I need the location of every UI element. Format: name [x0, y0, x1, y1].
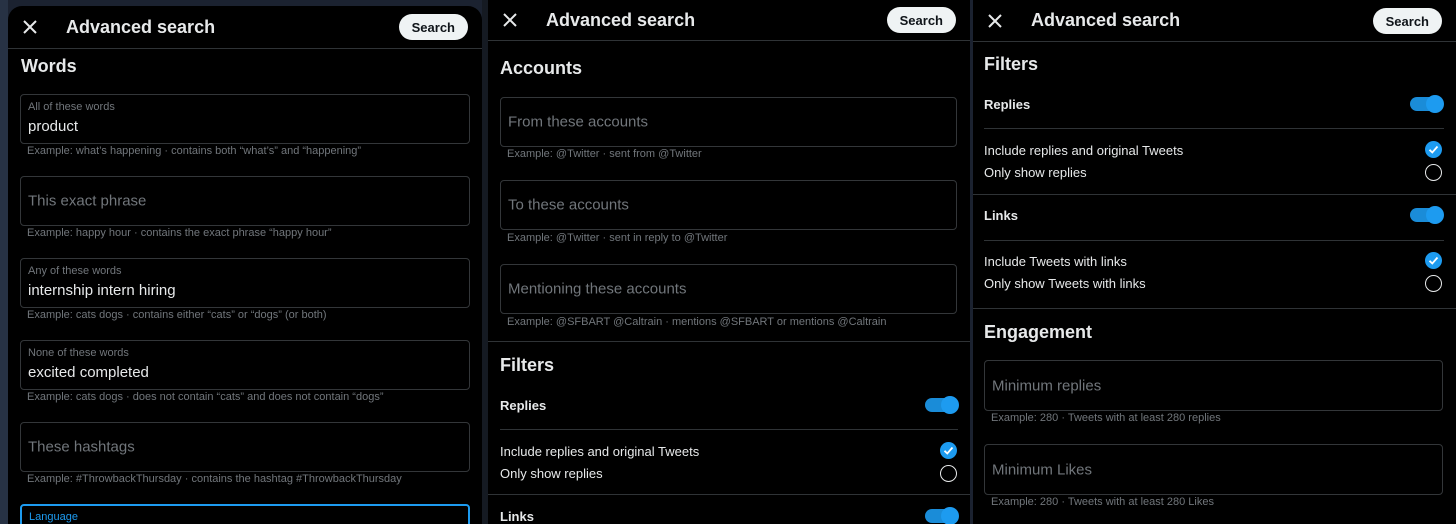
minimum-replies-input[interactable]: Minimum replies	[984, 360, 1443, 411]
row-divider	[984, 240, 1444, 241]
header-divider	[488, 40, 970, 41]
minimum-replies-hint: Example: 280 · Tweets with at least 280 …	[991, 412, 1221, 424]
section-title-filters: Filters	[984, 54, 1039, 74]
only-replies-label: Only show replies	[984, 165, 1087, 180]
section-divider	[973, 308, 1456, 309]
hashtags-hint: Example: #ThrowbackThursday · contains t…	[27, 473, 402, 485]
replies-label: Replies	[984, 97, 1031, 112]
section-title-words: Words	[21, 56, 77, 76]
field-placeholder: Mentioning these accounts	[508, 280, 687, 298]
hashtags-input[interactable]: These hashtags	[20, 422, 470, 472]
row-divider	[973, 194, 1456, 195]
panel-header: Advanced search Search	[488, 0, 970, 40]
close-button[interactable]	[492, 2, 528, 38]
none-words-hint: Example: cats dogs · does not contain “c…	[27, 391, 384, 403]
links-toggle[interactable]	[1410, 206, 1444, 224]
only-replies-radio[interactable]	[940, 465, 957, 482]
header-divider	[973, 41, 1456, 42]
field-label: Any of these words	[28, 265, 122, 277]
field-value: product	[28, 118, 79, 135]
from-accounts-hint: Example: @Twitter · sent from @Twitter	[507, 148, 702, 160]
field-placeholder: This exact phrase	[28, 192, 147, 210]
advanced-search-panel-filters: Advanced search Search Filters Replies I…	[973, 0, 1456, 524]
advanced-search-panel-words: Advanced search Search Words All of thes…	[8, 6, 482, 524]
section-title-accounts: Accounts	[500, 58, 583, 78]
close-button[interactable]	[12, 9, 48, 45]
replies-label: Replies	[500, 398, 547, 413]
include-replies-label: Include replies and original Tweets	[500, 444, 700, 459]
only-links-label: Only show Tweets with links	[984, 276, 1146, 291]
field-placeholder: These hashtags	[28, 438, 135, 456]
page-title: Advanced search	[546, 9, 696, 30]
any-words-input[interactable]: Any of these words internship intern hir…	[20, 258, 470, 308]
field-label: All of these words	[28, 101, 115, 113]
page-title: Advanced search	[1031, 10, 1181, 30]
links-label: Links	[984, 208, 1018, 223]
links-toggle[interactable]	[925, 507, 959, 524]
page-title: Advanced search	[66, 16, 216, 37]
header-divider	[8, 48, 482, 49]
exact-phrase-input[interactable]: This exact phrase	[20, 176, 470, 226]
close-icon	[23, 20, 37, 34]
field-placeholder: From these accounts	[508, 113, 649, 131]
field-value: internship intern hiring	[28, 282, 176, 299]
section-divider	[488, 341, 970, 342]
toggle-knob	[941, 507, 959, 524]
field-placeholder: To these accounts	[508, 196, 629, 214]
mentioning-accounts-input[interactable]: Mentioning these accounts	[500, 264, 957, 314]
search-button[interactable]: Search	[398, 14, 468, 40]
section-title-filters: Filters	[500, 355, 555, 375]
include-replies-radio[interactable]	[940, 442, 957, 459]
field-placeholder: Minimum Likes	[992, 461, 1093, 478]
row-divider	[488, 494, 970, 495]
toggle-knob	[1426, 206, 1444, 224]
links-label: Links	[500, 509, 534, 524]
mentioning-accounts-hint: Example: @SFBART @Caltrain · mentions @S…	[507, 316, 887, 328]
panel-header: Advanced search Search	[8, 6, 482, 48]
toggle-knob	[1426, 95, 1444, 113]
section-title-engagement: Engagement	[984, 322, 1093, 342]
row-divider	[984, 128, 1444, 129]
include-links-label: Include Tweets with links	[984, 254, 1127, 269]
search-button[interactable]: Search	[886, 7, 956, 33]
toggle-knob	[941, 396, 959, 414]
check-icon	[1428, 145, 1439, 154]
check-icon	[1428, 256, 1439, 265]
include-links-radio[interactable]	[1425, 252, 1442, 269]
minimum-likes-hint: Example: 280 · Tweets with at least 280 …	[991, 496, 1214, 508]
to-accounts-input[interactable]: To these accounts	[500, 180, 957, 230]
replies-toggle[interactable]	[925, 396, 959, 414]
to-accounts-hint: Example: @Twitter · sent in reply to @Tw…	[507, 232, 728, 244]
field-label: None of these words	[28, 347, 129, 359]
close-button[interactable]	[977, 3, 1013, 39]
only-replies-label: Only show replies	[500, 466, 603, 481]
none-words-input[interactable]: None of these words excited completed	[20, 340, 470, 390]
field-placeholder: Minimum replies	[992, 377, 1102, 394]
from-accounts-input[interactable]: From these accounts	[500, 97, 957, 147]
any-words-hint: Example: cats dogs · contains either “ca…	[27, 309, 327, 321]
field-label: Language	[29, 511, 78, 523]
field-value: excited completed	[28, 364, 149, 381]
include-replies-radio[interactable]	[1425, 141, 1442, 158]
advanced-search-panel-accounts: Advanced search Search Accounts From the…	[488, 0, 970, 524]
all-words-input[interactable]: All of these words product	[20, 94, 470, 144]
close-icon	[503, 13, 517, 27]
row-divider	[500, 429, 958, 430]
replies-toggle[interactable]	[1410, 95, 1444, 113]
panel-header: Advanced search Search	[973, 0, 1456, 41]
minimum-likes-input[interactable]: Minimum Likes	[984, 444, 1443, 495]
exact-phrase-hint: Example: happy hour · contains the exact…	[27, 227, 332, 239]
check-icon	[943, 446, 954, 455]
language-select[interactable]: Language	[20, 504, 470, 524]
all-words-hint: Example: what’s happening · contains bot…	[27, 145, 362, 157]
only-replies-radio[interactable]	[1425, 164, 1442, 181]
search-button[interactable]: Search	[1372, 8, 1442, 34]
only-links-radio[interactable]	[1425, 275, 1442, 292]
close-icon	[988, 13, 1002, 28]
include-replies-label: Include replies and original Tweets	[984, 143, 1184, 158]
